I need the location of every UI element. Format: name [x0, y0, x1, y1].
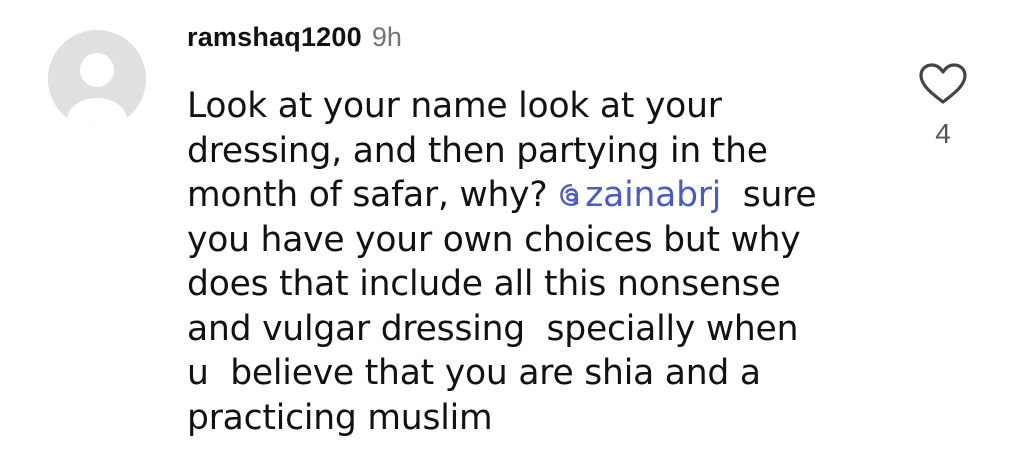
avatar[interactable] [48, 30, 146, 128]
comment-line: Look at your name look at your [187, 86, 722, 126]
mention-name: zainabrj [585, 175, 722, 215]
comment-line: does that include all this nonsense [187, 264, 781, 304]
comment-item: ramshaq1200 9h Look at your name look at… [0, 0, 1024, 449]
comment-line: you have your own choices but why [187, 219, 801, 260]
mention-link[interactable]: zainabrj [558, 173, 721, 218]
like-button[interactable] [917, 62, 969, 106]
comment-line: u believe that you are shia and a [187, 353, 761, 393]
comment-line: and vulgar dressing specially when [187, 308, 799, 349]
threads-icon [560, 184, 579, 207]
like-count: 4 [935, 118, 951, 149]
comment-line-segment: month of safar, why? [187, 175, 559, 215]
default-avatar-icon [48, 30, 146, 128]
comment-line: dressing, and then partying in the [187, 130, 768, 171]
comment-text: Look at your name look at your dressing,… [187, 84, 887, 440]
timestamp: 9h [371, 22, 402, 52]
comment-line: practicing muslim [187, 397, 493, 438]
comment-line-segment: sure [721, 175, 817, 215]
username[interactable]: ramshaq1200 [187, 22, 362, 53]
comment-line: month of safar, why? zainabrj sure [187, 173, 887, 218]
comment-header: ramshaq1200 9h [187, 22, 887, 62]
comment-body: ramshaq1200 9h Look at your name look at… [187, 22, 887, 440]
heart-outline-icon [919, 63, 967, 104]
